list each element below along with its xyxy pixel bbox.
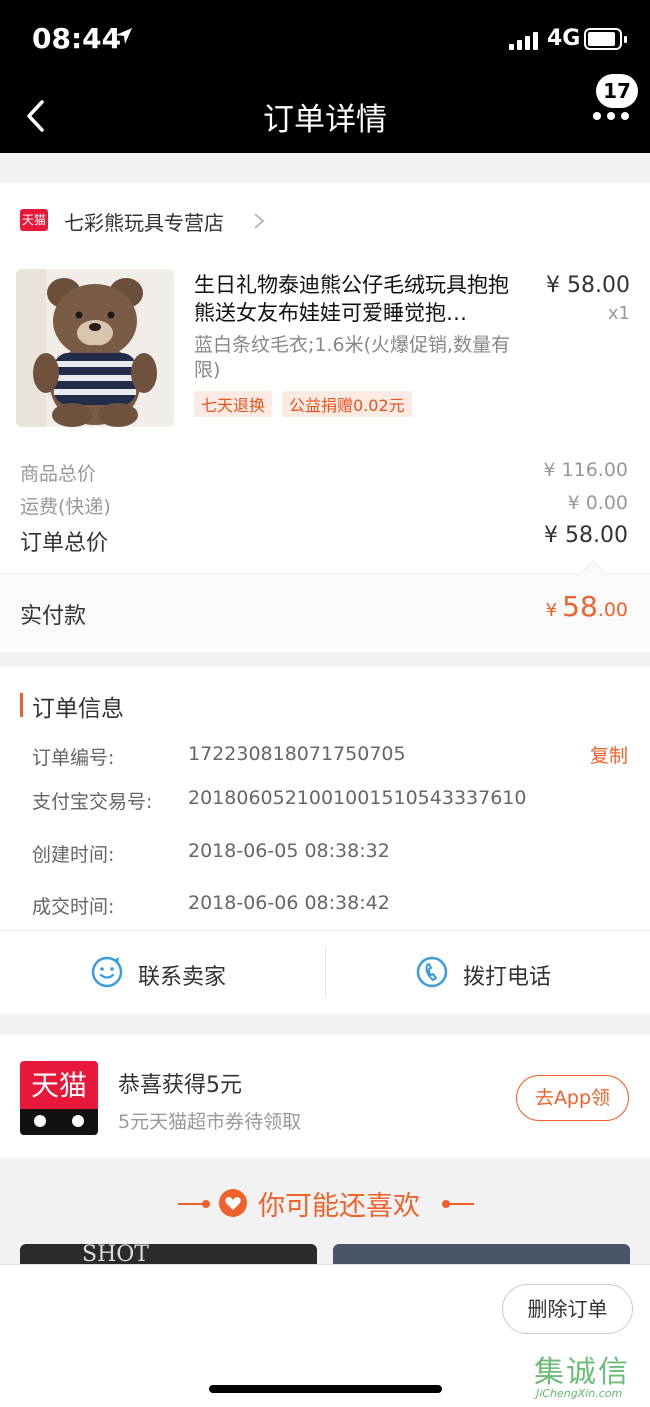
home-indicator [209,1385,442,1393]
product-quantity: x1 [607,303,630,324]
chevron-right-icon[interactable] [252,211,266,231]
store-name[interactable]: 七彩熊玩具专营店 [64,207,224,236]
nav-bar: 订单详情 17 [0,74,650,153]
product-section: 天猫 七彩熊玩具专营店 生日礼物泰迪熊公仔毛绒玩具抱抱熊送女友布娃娃可爱睡觉抱… [0,183,650,652]
goods-total-value: ¥ 116.00 [543,459,628,481]
battery-level [588,32,615,46]
call-label: 拨打电话 [463,965,552,990]
product-price: ¥ 58.00 [546,273,630,298]
paid-amount-row: 实付款 ¥ 58.00 [0,573,650,649]
recommend-header: 你可能还喜欢 [0,1158,650,1244]
product-image[interactable] [16,269,174,427]
order-total-label: 订单总价 [20,531,109,556]
teddy-bear-image [16,269,174,427]
page-title: 订单详情 [263,102,387,138]
tmall-store-icon: 天猫 [20,209,48,231]
paid-value: ¥ 58.00 [546,590,628,623]
paid-label: 实付款 [20,604,87,629]
goods-total-label: 商品总价 [20,463,97,485]
product-sku: 蓝白条纹毛衣;1.6米(火爆促销,数量有限) [194,334,511,381]
alipay-trade-label: 支付宝交易号: [32,791,153,813]
alipay-trade-value: 2018060521001001510543337610 [188,787,527,809]
decor-line-right [446,1203,474,1205]
charity-tag: 公益捐赠0.02元 [282,391,412,417]
paid-currency: ¥ [545,600,558,621]
order-info-section: 订单信息 订单编号: 172230818071750705 复制 支付宝交易号:… [0,667,650,930]
deal-time-label: 成交时间: [32,896,115,918]
order-number-label: 订单编号: [32,747,115,769]
network-type: 4G [547,26,581,51]
bottom-bar: 删除订单 集诚信 JiChengXin.com [0,1264,650,1407]
claim-in-app-button[interactable]: 去App领 [516,1075,629,1121]
delete-order-button[interactable]: 删除订单 [502,1284,633,1334]
call-button[interactable]: 拨打电话 [325,931,650,1015]
phone-icon [416,956,448,988]
message-count-badge[interactable]: 17 [596,74,638,108]
coupon-section: 天猫 恭喜获得5元 5元天猫超市券待领取 去App领 [0,1035,650,1158]
tmall-cat-face [20,1109,98,1135]
tmall-logo: 天猫 [20,1061,98,1135]
cellular-signal-icon [509,30,541,50]
watermark-english: JiChengXin.com [536,1387,623,1400]
shipping-label: 运费(快递) [20,496,111,518]
recommend-title: 你可能还喜欢 [258,1191,420,1222]
paid-decimal: .00 [597,599,628,621]
section-marker [20,693,23,717]
paid-integer: 58 [562,590,598,623]
status-time: 08:44 [32,22,122,55]
contact-actions: 联系卖家 拨打电话 [0,930,650,1014]
battery-icon [584,28,627,50]
decor-dot-left [202,1200,210,1208]
more-icon[interactable] [593,112,633,122]
contact-seller-label: 联系卖家 [138,965,227,990]
deal-time-value: 2018-06-06 08:38:42 [188,892,390,914]
watermark-chinese: 集诚信 [534,1355,630,1390]
watermark: 集诚信 JiChengXin.com [534,1347,650,1405]
order-info-title: 订单信息 [32,696,124,722]
created-time-label: 创建时间: [32,844,115,866]
product-title[interactable]: 生日礼物泰迪熊公仔毛绒玩具抱抱熊送女友布娃娃可爱睡觉抱… [194,271,524,327]
contact-seller-button[interactable]: 联系卖家 [0,931,325,1015]
created-time-value: 2018-06-05 08:38:32 [188,840,390,862]
product-tags: 七天退换 公益捐赠0.02元 [194,391,422,417]
location-arrow-icon [116,28,132,44]
heart-icon [219,1189,247,1217]
tmall-logo-text: 天猫 [30,1069,87,1102]
return-policy-tag: 七天退换 [194,391,273,417]
chat-face-icon [91,956,123,988]
status-bar: 08:44 4G [0,0,650,80]
order-total-value: ¥ 58.00 [544,523,628,548]
copy-button[interactable]: 复制 [590,741,628,768]
coupon-subtitle: 5元天猫超市券待领取 [118,1111,302,1133]
coupon-title: 恭喜获得5元 [118,1073,242,1098]
shipping-value: ¥ 0.00 [567,492,628,514]
order-number-value: 172230818071750705 [188,743,406,765]
recommend-card-1-text: SHOT [82,1244,149,1267]
